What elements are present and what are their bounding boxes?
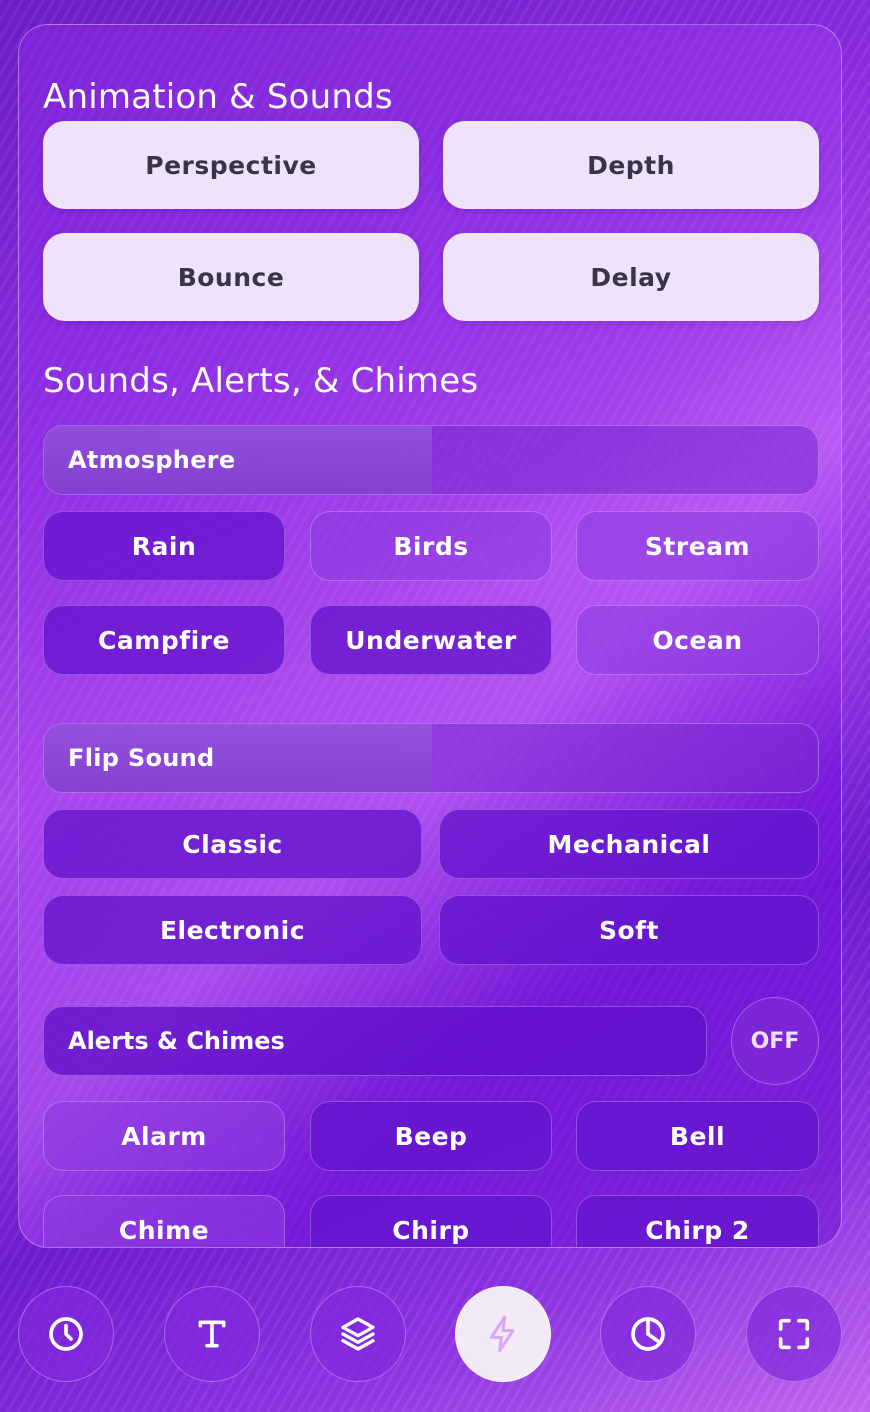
settings-panel: Animation & Sounds Perspective Depth Bou… — [18, 24, 842, 1248]
nav-clock-button[interactable] — [18, 1286, 114, 1382]
clock-icon — [49, 1317, 83, 1351]
lightning-icon — [489, 1315, 515, 1353]
campfire-option[interactable]: Campfire — [43, 605, 285, 675]
nav-lightning-button[interactable] — [455, 1286, 551, 1382]
depth-button[interactable]: Depth — [443, 121, 819, 209]
nav-layers-button[interactable] — [310, 1286, 406, 1382]
sounds-section-title: Sounds, Alerts, & Chimes — [43, 361, 479, 401]
beep-option[interactable]: Beep — [310, 1101, 552, 1171]
atmosphere-header[interactable]: Atmosphere — [43, 425, 819, 495]
chirp-option[interactable]: Chirp — [310, 1195, 552, 1247]
alerts-chimes-header[interactable]: Alerts & Chimes — [43, 1006, 707, 1076]
pie-chart-icon — [631, 1317, 665, 1351]
stream-option[interactable]: Stream — [576, 511, 819, 581]
soft-option[interactable]: Soft — [439, 895, 819, 965]
animation-section-title: Animation & Sounds — [43, 77, 393, 117]
nav-pie-chart-button[interactable] — [600, 1286, 696, 1382]
nav-fullscreen-button[interactable] — [746, 1286, 842, 1382]
bell-option[interactable]: Bell — [576, 1101, 819, 1171]
flip-sound-header[interactable]: Flip Sound — [43, 723, 819, 793]
rain-option[interactable]: Rain — [43, 511, 285, 581]
alarm-option[interactable]: Alarm — [43, 1101, 285, 1171]
bounce-button[interactable]: Bounce — [43, 233, 419, 321]
chime-option[interactable]: Chime — [43, 1195, 285, 1247]
mechanical-option[interactable]: Mechanical — [439, 809, 819, 879]
classic-option[interactable]: Classic — [43, 809, 422, 879]
atmosphere-label: Atmosphere — [68, 446, 236, 474]
delay-button[interactable]: Delay — [443, 233, 819, 321]
ocean-option[interactable]: Ocean — [576, 605, 819, 675]
underwater-option[interactable]: Underwater — [310, 605, 552, 675]
fullscreen-icon — [778, 1318, 810, 1350]
electronic-option[interactable]: Electronic — [43, 895, 422, 965]
perspective-button[interactable]: Perspective — [43, 121, 419, 209]
layers-icon — [341, 1317, 375, 1351]
chirp-2-option[interactable]: Chirp 2 — [576, 1195, 819, 1247]
nav-text-button[interactable] — [164, 1286, 260, 1382]
flip-sound-label: Flip Sound — [68, 744, 215, 772]
text-icon — [198, 1320, 226, 1348]
alerts-toggle-button[interactable]: OFF — [731, 997, 819, 1085]
birds-option[interactable]: Birds — [310, 511, 552, 581]
